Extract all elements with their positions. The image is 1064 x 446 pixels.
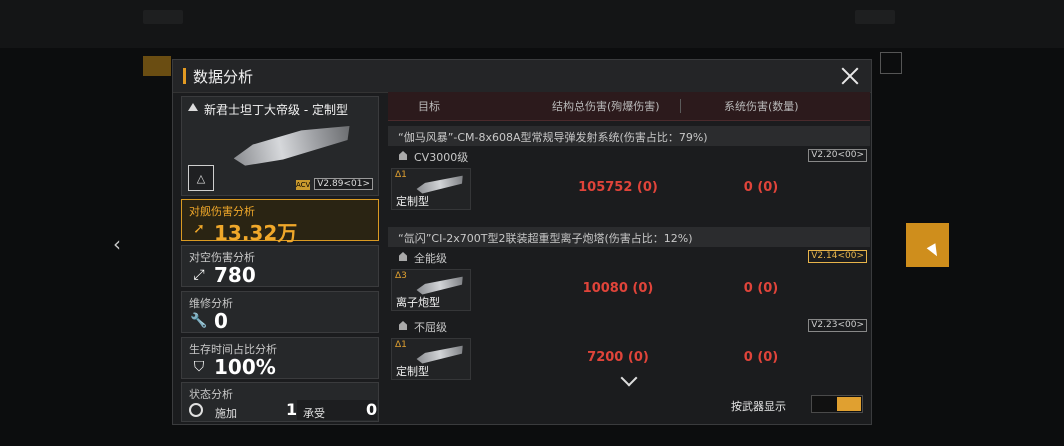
- thumb-tag: Δ1: [395, 170, 407, 180]
- background-chip: [143, 10, 183, 24]
- table-row[interactable]: Δ3 离子炮型 10080 (0) 0 (0): [388, 269, 870, 313]
- stat-air-damage[interactable]: 对空伤害分析 ⤢ 780: [181, 245, 379, 287]
- target-thumbnail: Δ3 离子炮型: [391, 269, 471, 311]
- thumb-tag: Δ3: [395, 271, 407, 281]
- ship-card: 新君士坦丁大帝级 - 定制型 △ ACV V2.89<01>: [181, 96, 379, 196]
- show-by-weapon-toggle[interactable]: [811, 395, 863, 413]
- apply-value: 1: [286, 400, 298, 419]
- weapon-name: “氙闪”CI-2x700T型2联装超重型离子炮塔(伤害占比：12%): [398, 232, 693, 245]
- grade-label: CV3000级: [414, 151, 469, 164]
- shield-icon: ⛉: [193, 359, 205, 375]
- target-thumbnail: Δ1 定制型: [391, 168, 471, 210]
- dialog-header: 数据分析: [173, 60, 871, 93]
- weapon-name: “伽马风暴”-CM-8x608A型常规导弹发射系统(伤害占比：79%): [398, 131, 708, 144]
- thumb-label: 离子炮型: [396, 296, 440, 309]
- weapon-group-header: “氙闪”CI-2x700T型2联装超重型离子炮塔(伤害占比：12%): [388, 227, 870, 247]
- structure-damage-value: 105752 (0): [578, 180, 658, 195]
- close-button[interactable]: [837, 63, 863, 89]
- external-link-icon[interactable]: [880, 52, 902, 74]
- stat-value: 0: [214, 309, 228, 333]
- background-top-bar: [0, 0, 1064, 48]
- next-action-button[interactable]: [906, 223, 949, 267]
- ship-type-icon: △: [188, 165, 214, 191]
- dialog-title: 数据分析: [193, 68, 254, 86]
- structure-damage-value: 10080 (0): [582, 281, 654, 296]
- grade-row: 全能级 V2.14<00>: [388, 249, 870, 265]
- system-damage-value: 0 (0): [743, 350, 779, 365]
- status-icon: [189, 403, 203, 417]
- weapon-group-header: “伽马风暴”-CM-8x608A型常规导弹发射系统(伤害占比：79%): [388, 126, 870, 146]
- toggle-knob: [837, 397, 861, 411]
- target-thumbnail: Δ1 定制型: [391, 338, 471, 380]
- structure-damage-value: 7200 (0): [587, 350, 649, 365]
- header-target: 目标: [418, 100, 440, 113]
- table-row[interactable]: Δ1 定制型 105752 (0) 0 (0): [388, 168, 870, 212]
- receive-value: 0: [366, 400, 378, 419]
- ship-image: [229, 113, 354, 175]
- stat-repair[interactable]: 维修分析 🔧 0: [181, 291, 379, 333]
- grade-row: CV3000级 V2.20<00>: [388, 148, 870, 164]
- cursor-icon: [926, 243, 941, 259]
- grade-label: 不屈级: [414, 321, 447, 334]
- header-system-damage: 系统伤害(数量): [724, 100, 799, 113]
- data-analysis-dialog: 数据分析 新君士坦丁大帝级 - 定制型 △ ACV V2.89<01> 对舰伤害…: [172, 59, 872, 425]
- header-structure-damage: 结构总伤害(殉爆伤害): [552, 100, 660, 113]
- apply-label: 施加: [215, 407, 237, 420]
- stat-value: 100%: [214, 355, 276, 379]
- receive-label: 承受: [303, 407, 325, 420]
- stat-ship-damage[interactable]: 对舰伤害分析 ➚ 13.32万: [181, 199, 379, 245]
- thumb-label: 定制型: [396, 365, 429, 378]
- grade-icon: [399, 151, 407, 160]
- stat-survival[interactable]: 生存时间占比分析 ⛉ 100%: [181, 337, 379, 379]
- thumb-label: 定制型: [396, 195, 429, 208]
- arrow-up-right-icon: ➚: [193, 221, 205, 237]
- system-damage-value: 0 (0): [743, 281, 779, 296]
- status-analysis[interactable]: 状态分析 施加 1 承受 0: [181, 382, 379, 422]
- rank-icon: [188, 103, 198, 111]
- grade-icon: [399, 252, 407, 261]
- anti-air-icon: ⤢: [193, 267, 205, 283]
- toggle-label: 按武器显示: [731, 400, 786, 413]
- prev-page-arrow-icon[interactable]: ‹: [109, 232, 125, 256]
- system-damage-value: 0 (0): [743, 180, 779, 195]
- stat-value: 13.32万: [214, 221, 298, 245]
- ship-name: 新君士坦丁大帝级 - 定制型: [204, 103, 348, 117]
- wrench-icon: 🔧: [190, 313, 208, 329]
- background-orange-tab: [143, 56, 171, 76]
- grade-version: V2.20<00>: [808, 149, 867, 162]
- grade-version: V2.14<00>: [808, 250, 867, 263]
- grade-row: 不屈级 V2.23<00>: [388, 318, 870, 334]
- background-chip: [855, 10, 895, 24]
- title-accent: [183, 68, 186, 84]
- table-header: 目标 结构总伤害(殉爆伤害) 系统伤害(数量): [388, 92, 870, 121]
- grade-version: V2.23<00>: [808, 319, 867, 332]
- version-tag: ACV: [296, 180, 311, 190]
- status-label: 状态分析: [189, 388, 233, 401]
- grade-icon: [399, 321, 407, 330]
- ship-version: V2.89<01>: [314, 178, 373, 190]
- header-divider: [680, 99, 681, 113]
- thumb-tag: Δ1: [395, 340, 407, 350]
- stat-value: 780: [214, 263, 256, 287]
- grade-label: 全能级: [414, 252, 447, 265]
